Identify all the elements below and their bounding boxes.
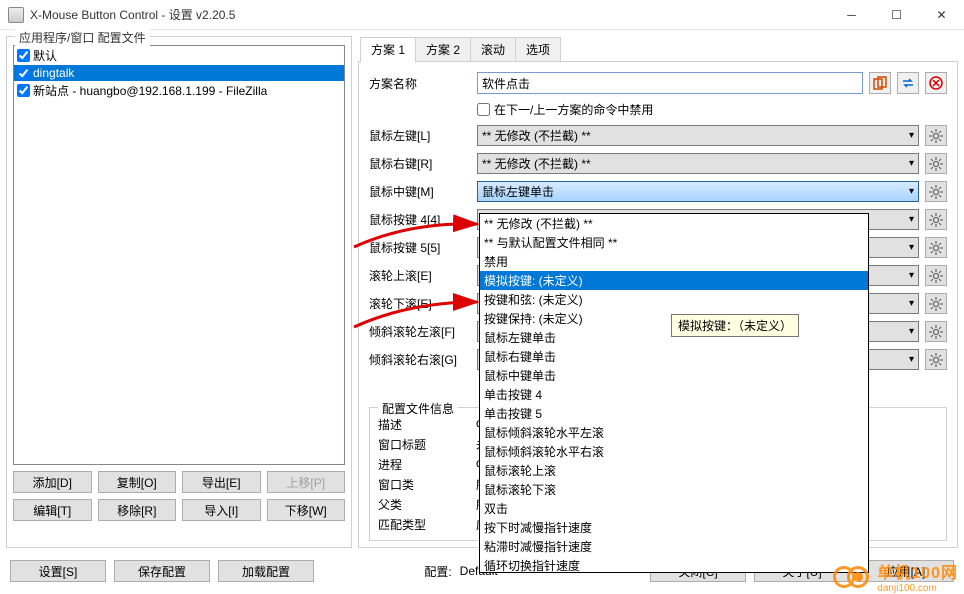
row-label: 鼠标右键[R] <box>369 155 471 172</box>
gear-button[interactable] <box>925 349 947 370</box>
row-label: 倾斜滚轮右滚[G] <box>369 351 471 368</box>
combo-0[interactable]: ** 无修改 (不拦截) ** <box>477 125 919 146</box>
gear-button[interactable] <box>925 153 947 174</box>
dropdown-item[interactable]: 循环切换指针速度 <box>480 556 868 573</box>
info-label: 进程 <box>378 456 470 473</box>
button-移除[R][interactable]: 移除[R] <box>98 499 177 521</box>
plan-name-input[interactable] <box>477 72 863 94</box>
profile-label: 默认 <box>33 47 57 64</box>
app-icon <box>8 7 24 23</box>
button-编辑[T][interactable]: 编辑[T] <box>13 499 92 521</box>
button-保存配置[interactable]: 保存配置 <box>114 560 210 582</box>
swap-button[interactable] <box>897 72 919 94</box>
dropdown-item[interactable]: 鼠标中键单击 <box>480 366 868 385</box>
dropdown-item[interactable]: ** 无修改 (不拦截) ** <box>480 214 868 233</box>
maximize-button[interactable]: ☐ <box>874 0 919 30</box>
copy-layers-button[interactable] <box>869 72 891 94</box>
combo-value: ** 无修改 (不拦截) ** <box>482 155 591 172</box>
tab-方案 2[interactable]: 方案 2 <box>415 37 471 62</box>
gear-button[interactable] <box>925 125 947 146</box>
dropdown-item[interactable]: 单击按键 5 <box>480 404 868 423</box>
profile-checkbox[interactable] <box>17 67 30 80</box>
dropdown-item[interactable]: 按下时减慢指针速度 <box>480 518 868 537</box>
dropdown-tooltip: 模拟按键：（未定义） <box>671 314 799 337</box>
gear-button[interactable] <box>925 209 947 230</box>
profile-checkbox[interactable] <box>17 49 30 62</box>
button-下移[W][interactable]: 下移[W] <box>267 499 346 521</box>
dropdown-item[interactable]: 按键和弦: (未定义) <box>480 290 868 309</box>
gear-button[interactable] <box>925 293 947 314</box>
middle-button-dropdown[interactable]: ** 无修改 (不拦截) **** 与默认配置文件相同 **禁用模拟按键: (未… <box>479 213 869 573</box>
info-label: 父类 <box>378 496 470 513</box>
profile-info-legend: 配置文件信息 <box>378 400 458 417</box>
button-上移[P]: 上移[P] <box>267 471 346 493</box>
profile-item[interactable]: 默认 <box>14 46 344 65</box>
dropdown-item[interactable]: 鼠标右键单击 <box>480 347 868 366</box>
info-label: 描述 <box>378 416 470 433</box>
watermark: 单机100网 danji100.com <box>833 559 958 594</box>
profile-list[interactable]: 默认 dingtalk 新站点 - huangbo@192.168.1.199 - … <box>13 45 345 465</box>
combo-value: ** 无修改 (不拦截) ** <box>482 127 591 144</box>
gear-button[interactable] <box>925 237 947 258</box>
window-title: X-Mouse Button Control - 设置 v2.20.5 <box>30 6 829 23</box>
profile-item[interactable]: 新站点 - huangbo@192.168.1.199 - FileZilla <box>14 81 344 100</box>
dropdown-item[interactable]: 鼠标倾斜滚轮水平左滚 <box>480 423 868 442</box>
button-复制[O][interactable]: 复制[O] <box>98 471 177 493</box>
dropdown-item[interactable]: 单击按键 4 <box>480 385 868 404</box>
dropdown-item[interactable]: 禁用 <box>480 252 868 271</box>
tab-方案 1[interactable]: 方案 1 <box>360 37 416 62</box>
profiles-legend: 应用程序/窗口 配置文件 <box>15 29 150 46</box>
gear-button[interactable] <box>925 181 947 202</box>
annotation-arrow-1 <box>349 212 489 252</box>
profile-label: 新站点 - huangbo@192.168.1.199 - FileZilla <box>33 82 267 99</box>
dropdown-item[interactable]: 鼠标倾斜滚轮水平右滚 <box>480 442 868 461</box>
row-label: 鼠标左键[L] <box>369 127 471 144</box>
titlebar: X-Mouse Button Control - 设置 v2.20.5 ─ ☐ … <box>0 0 964 30</box>
config-label: 配置: <box>424 563 451 580</box>
tab-选项[interactable]: 选项 <box>515 37 561 62</box>
annotation-arrow-2 <box>349 292 489 332</box>
button-设置[S][interactable]: 设置[S] <box>10 560 106 582</box>
combo-value: 鼠标左键单击 <box>482 183 554 200</box>
tab-pane: 方案名称 在下一/上一方案的命令中禁用 鼠标左键[L] ** 无修改 (不拦截)… <box>358 61 958 548</box>
info-label: 窗口标题 <box>378 436 470 453</box>
row-label: 滚轮上滚[E] <box>369 267 471 284</box>
profile-item[interactable]: dingtalk <box>14 65 344 81</box>
tab-滚动[interactable]: 滚动 <box>470 37 516 62</box>
button-导入[I][interactable]: 导入[I] <box>182 499 261 521</box>
profile-label: dingtalk <box>33 66 74 80</box>
disable-label: 在下一/上一方案的命令中禁用 <box>494 101 653 118</box>
gear-button[interactable] <box>925 265 947 286</box>
button-加载配置[interactable]: 加载配置 <box>218 560 314 582</box>
close-button[interactable]: ✕ <box>919 0 964 30</box>
row-label: 鼠标中键[M] <box>369 183 471 200</box>
minimize-button[interactable]: ─ <box>829 0 874 30</box>
info-label: 窗口类 <box>378 476 470 493</box>
profile-checkbox[interactable] <box>17 84 30 97</box>
dropdown-item[interactable]: 鼠标滚轮上滚 <box>480 461 868 480</box>
plan-name-label: 方案名称 <box>369 75 471 92</box>
dropdown-item[interactable]: 粘滞时减慢指针速度 <box>480 537 868 556</box>
dropdown-item[interactable]: 鼠标滚轮下滚 <box>480 480 868 499</box>
dropdown-item[interactable]: 双击 <box>480 499 868 518</box>
gear-button[interactable] <box>925 321 947 342</box>
disable-in-prev-next-checkbox[interactable] <box>477 103 490 116</box>
dropdown-item[interactable]: 模拟按键: (未定义) <box>480 271 868 290</box>
combo-2[interactable]: 鼠标左键单击 <box>477 181 919 202</box>
combo-1[interactable]: ** 无修改 (不拦截) ** <box>477 153 919 174</box>
info-label: 匹配类型 <box>378 516 470 533</box>
dropdown-item[interactable]: ** 与默认配置文件相同 ** <box>480 233 868 252</box>
delete-button[interactable] <box>925 72 947 94</box>
button-导出[E][interactable]: 导出[E] <box>182 471 261 493</box>
button-添加[D][interactable]: 添加[D] <box>13 471 92 493</box>
